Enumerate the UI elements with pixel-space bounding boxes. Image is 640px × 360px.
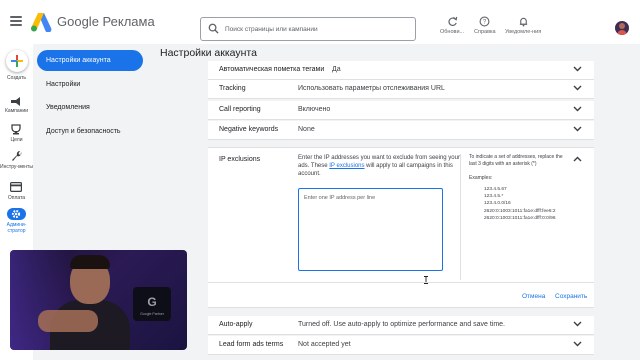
setting-value: Использовать параметры отслеживания URL [298, 85, 445, 92]
setting-label: Call reporting [219, 106, 261, 113]
rail-item-goals[interactable]: Цели [0, 137, 33, 143]
list-item: 123.4.5.67 [484, 186, 568, 193]
list-item: 2620:0:1003:1011:fa1e:dfff:0:0/96 [484, 215, 568, 222]
google-partner-stand: G Google Partner [133, 287, 171, 321]
google-ads-logo [30, 13, 52, 32]
help-icon: ? [479, 16, 490, 27]
setting-label: Lead form ads terms [219, 341, 284, 348]
setting-row-negative-keywords[interactable]: Negative keywords None [208, 121, 594, 140]
nav-item-label[interactable]: Настройки аккаунта [46, 57, 111, 64]
bell-icon [519, 17, 527, 27]
top-app-bar: Google Реклама Обнови... ? Справка Уведо… [0, 0, 640, 44]
setting-row-auto-tagging[interactable]: Автоматическая пометка тегами Да [208, 61, 594, 80]
setting-row-auto-apply[interactable]: Auto-apply Turned off. Use auto-apply to… [208, 316, 594, 335]
list-item: 123.4.0.0/16 [484, 200, 568, 207]
stand-text: Google Partner [140, 312, 164, 316]
search-input[interactable] [225, 21, 410, 37]
rail-item-admin[interactable]: Админи-стратор [0, 222, 33, 234]
svg-text:?: ? [483, 20, 487, 26]
nav-item-notifications[interactable]: Уведомления [46, 104, 90, 111]
rail-item-campaigns[interactable]: Кампании [0, 108, 33, 114]
plus-icon [11, 55, 23, 67]
setting-label: Автоматическая пометка тегами [219, 66, 325, 73]
ip-exclusions-link[interactable]: IP exclusions [329, 163, 364, 169]
ip-help-text: To indicate a set of addresses, replace … [469, 154, 563, 167]
goals-icon[interactable] [10, 123, 22, 135]
setting-label: Auto-apply [219, 321, 253, 328]
chevron-down-icon[interactable] [573, 126, 582, 132]
chevron-up-icon[interactable] [573, 156, 582, 162]
search-box[interactable] [200, 17, 416, 41]
create-label: Создать [6, 75, 26, 81]
ip-exclusions-panel: IP exclusions Enter the IP addresses you… [208, 147, 594, 308]
webcam-overlay: G Google Partner [10, 250, 187, 350]
setting-value: Turned off. Use auto-apply to optimize p… [298, 321, 505, 328]
ip-address-textarea[interactable] [298, 188, 443, 284]
notifications-button[interactable]: Уведомле-ния [505, 16, 541, 35]
chevron-down-icon[interactable] [573, 106, 582, 112]
avatar[interactable] [615, 21, 629, 35]
ip-address-input[interactable] [304, 195, 439, 267]
billing-icon[interactable] [10, 182, 22, 192]
examples-list: 123.4.5.67 123.4.5.* 123.4.0.0/16 2620:0… [484, 186, 568, 222]
setting-value: Включено [298, 106, 331, 113]
examples-label: Examples: [469, 175, 493, 181]
rail-item-tools[interactable]: Инстру-менты [0, 164, 33, 170]
refresh-icon [447, 16, 457, 26]
search-icon [208, 23, 219, 34]
admin-gear-icon[interactable] [11, 209, 21, 219]
list-item: 123.4.5.* [484, 193, 568, 200]
page-title: Настройки аккаунта [160, 47, 257, 59]
cancel-button[interactable]: Отмена [522, 293, 545, 300]
nav-item-settings[interactable]: Настройки [46, 81, 80, 88]
help-button[interactable]: ? Справка [474, 16, 496, 35]
setting-row-tracking[interactable]: Tracking Использовать параметры отслежив… [208, 80, 594, 99]
create-button[interactable] [6, 50, 28, 72]
chevron-down-icon[interactable] [573, 85, 582, 91]
tools-icon[interactable] [10, 150, 22, 162]
brand-title: Google Реклама [57, 14, 155, 29]
setting-value: None [298, 126, 315, 133]
campaigns-icon[interactable] [10, 97, 22, 107]
refresh-label: Обнови... [440, 29, 465, 35]
hamburger-menu-icon[interactable] [10, 16, 22, 26]
ip-exclusions-label: IP exclusions [219, 156, 261, 163]
divider [208, 282, 594, 283]
setting-row-call-reporting[interactable]: Call reporting Включено [208, 101, 594, 120]
refresh-button[interactable]: Обнови... [440, 16, 464, 35]
notifications-label: Уведомле-ния [505, 29, 542, 35]
rail-item-billing[interactable]: Оплата [0, 195, 33, 201]
chevron-down-icon[interactable] [573, 321, 582, 327]
setting-label: Tracking [219, 85, 246, 92]
chevron-down-icon[interactable] [573, 341, 582, 347]
setting-label: Negative keywords [219, 126, 279, 133]
nav-item-access-security[interactable]: Доступ и безопасность [46, 128, 121, 135]
divider [460, 154, 461, 280]
setting-value: Not accepted yet [298, 341, 351, 348]
save-button[interactable]: Сохранить [555, 293, 587, 300]
list-item: 2620:0:1003:1011:fa1e:dfff:fee6:2 [484, 208, 568, 215]
setting-value: Да [332, 66, 341, 73]
setting-row-lead-form-terms[interactable]: Lead form ads terms Not accepted yet [208, 336, 594, 355]
presenter-hands [38, 310, 98, 332]
help-label: Справка [474, 29, 496, 35]
chevron-down-icon[interactable] [573, 66, 582, 72]
ip-exclusions-description: Enter the IP addresses you want to exclu… [298, 155, 460, 177]
